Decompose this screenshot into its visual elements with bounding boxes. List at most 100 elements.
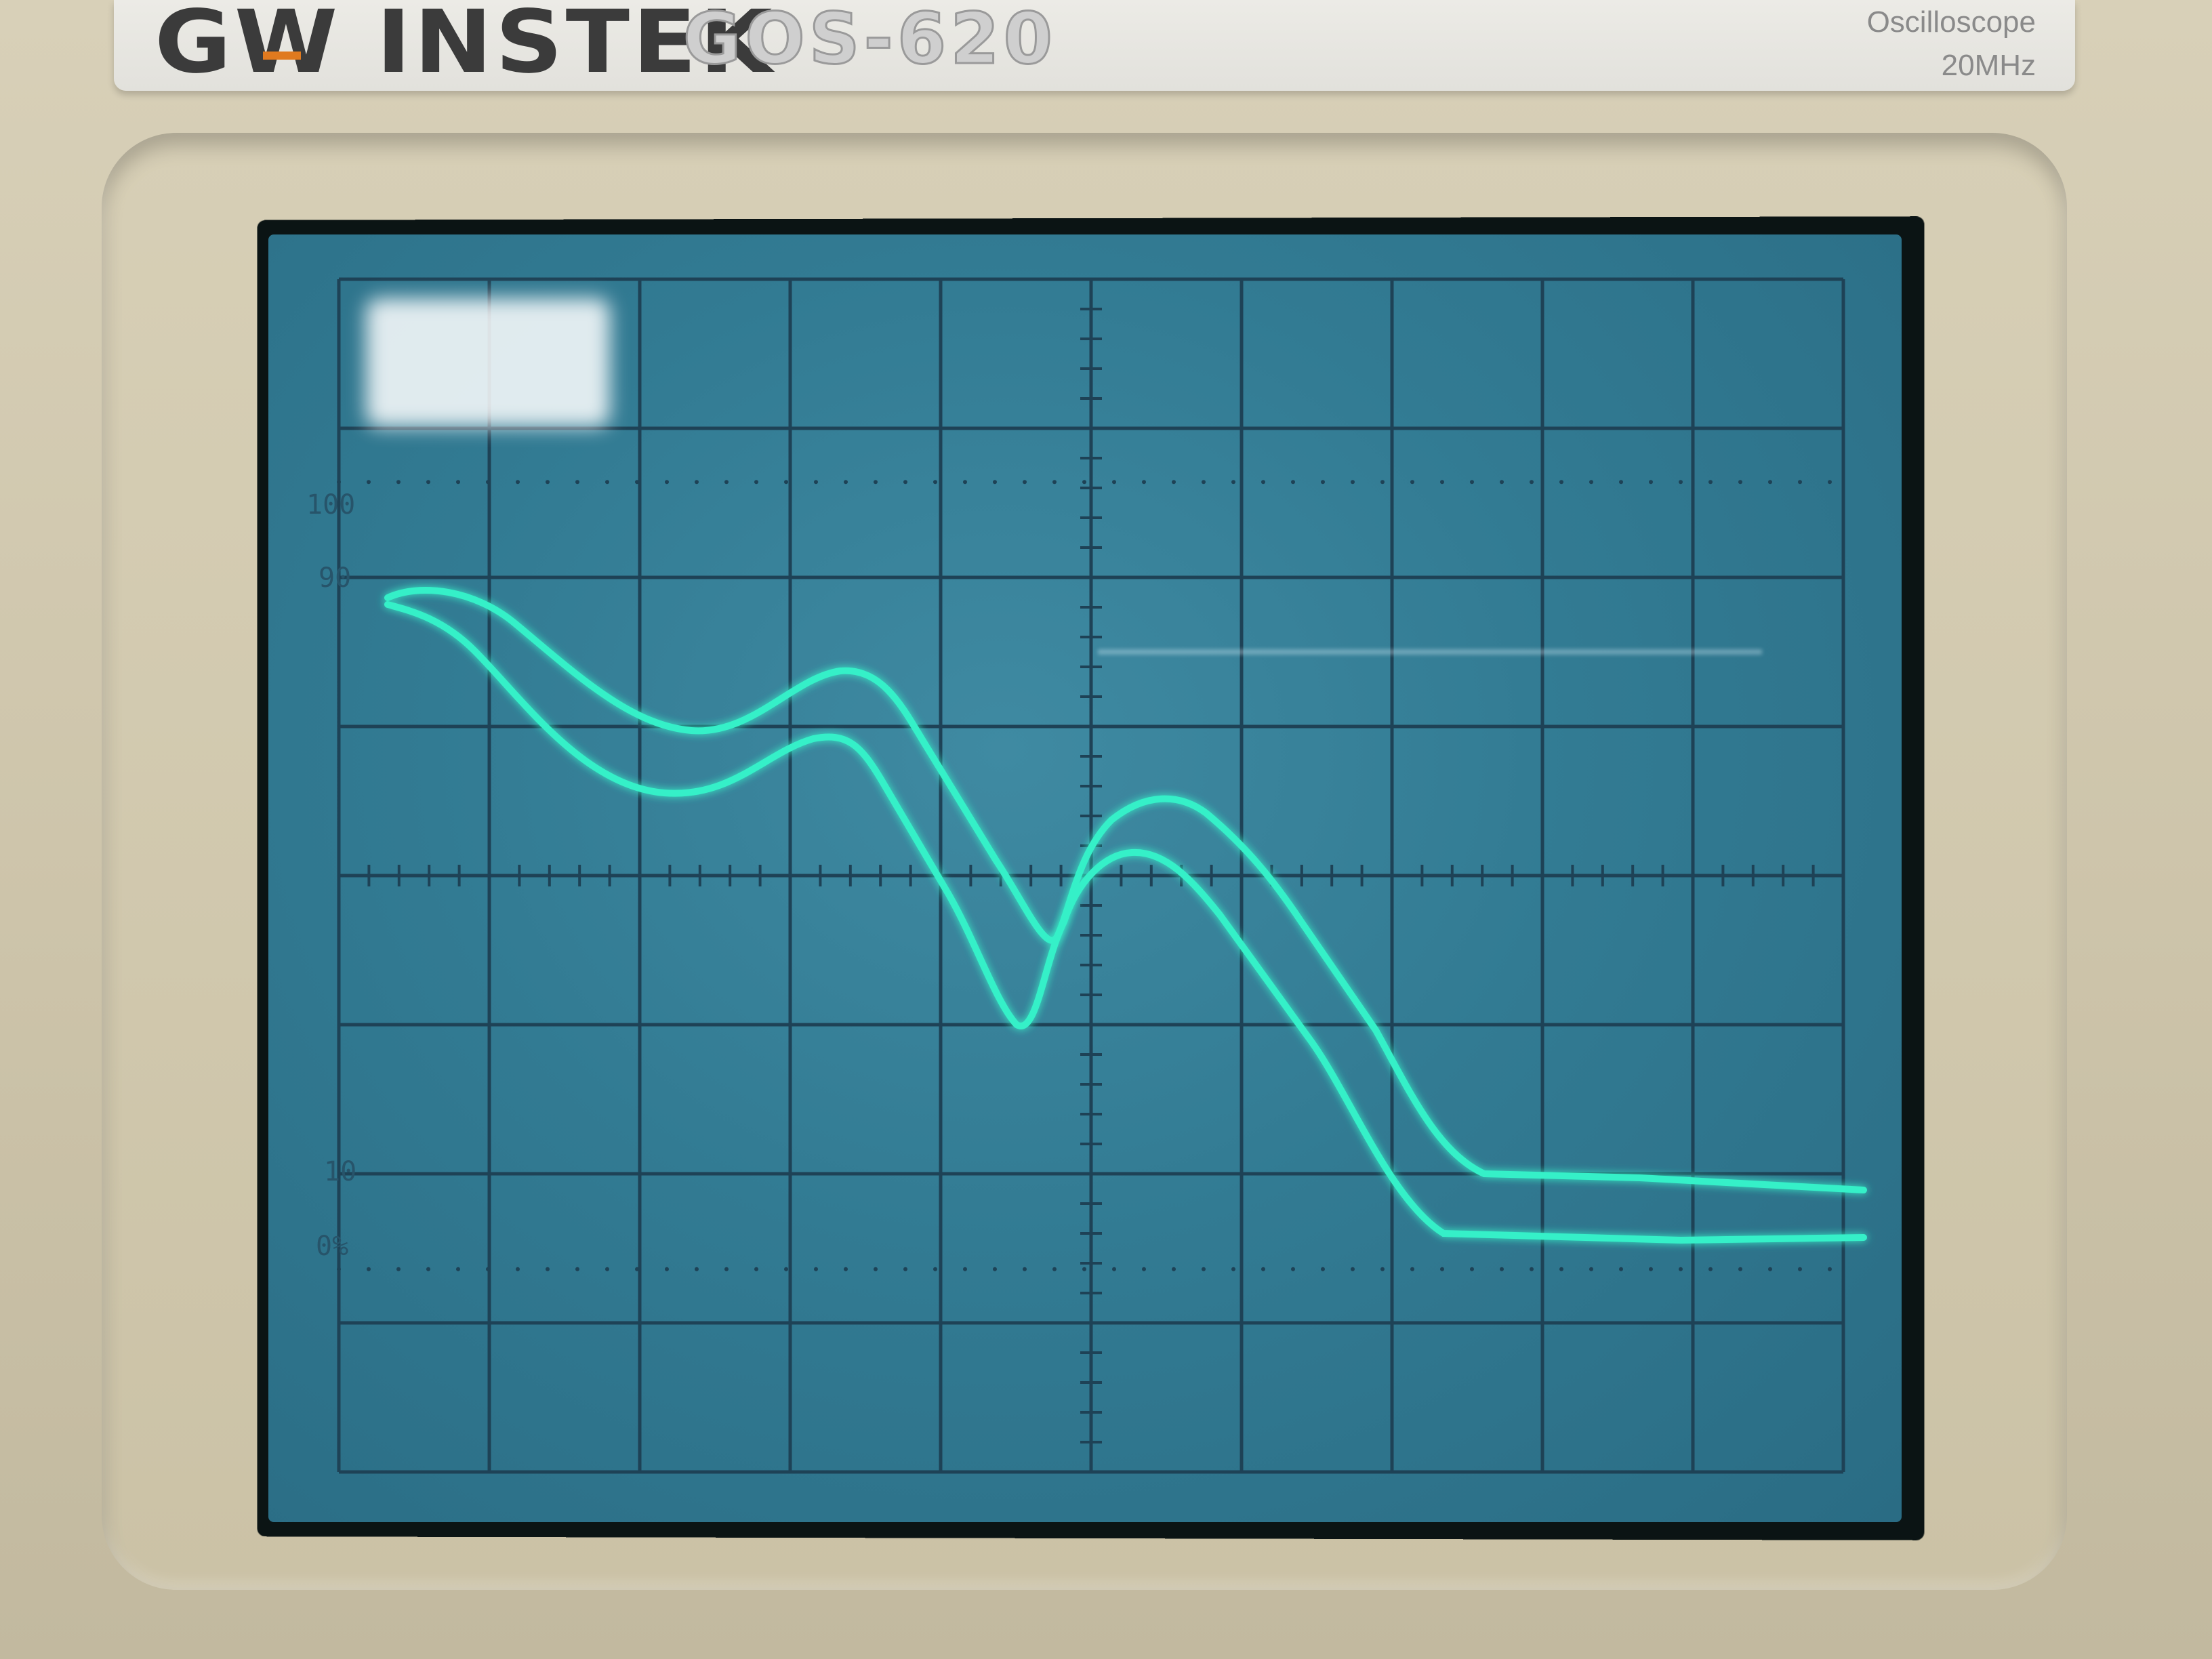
dotted-reference-mark xyxy=(1321,480,1325,485)
dotted-reference-mark xyxy=(396,1267,401,1271)
dotted-reference-mark xyxy=(1798,480,1802,485)
dotted-reference-mark xyxy=(963,480,967,485)
dotted-reference-mark xyxy=(844,480,848,485)
dotted-reference-mark xyxy=(1679,1267,1683,1271)
dotted-reference-mark xyxy=(1589,1267,1593,1271)
dotted-reference-mark xyxy=(1261,480,1265,485)
dotted-reference-mark xyxy=(814,1267,818,1271)
dotted-reference-mark xyxy=(903,480,907,485)
dotted-reference-mark xyxy=(546,480,550,485)
dotted-reference-mark xyxy=(1142,480,1146,485)
label-90: 90 xyxy=(319,562,351,594)
dotted-reference-mark xyxy=(1052,480,1057,485)
dotted-reference-mark xyxy=(1500,480,1504,485)
dotted-reference-mark xyxy=(1410,1267,1414,1271)
dotted-reference-mark xyxy=(1052,1267,1057,1271)
dotted-reference-mark xyxy=(1082,1267,1086,1271)
dotted-reference-mark xyxy=(695,1267,699,1271)
dotted-reference-mark xyxy=(1321,1267,1325,1271)
dotted-reference-mark xyxy=(1380,480,1385,485)
dotted-reference-mark xyxy=(516,480,520,485)
dotted-reference-mark xyxy=(1380,1267,1385,1271)
dotted-reference-mark xyxy=(874,480,878,485)
dotted-reference-mark xyxy=(426,480,430,485)
dotted-reference-mark xyxy=(784,1267,788,1271)
dotted-reference-mark xyxy=(844,1267,848,1271)
dotted-reference-mark xyxy=(1619,1267,1623,1271)
dotted-reference-mark xyxy=(486,480,490,485)
dotted-reference-mark xyxy=(516,1267,520,1271)
dotted-reference-mark xyxy=(575,1267,579,1271)
dotted-reference-mark xyxy=(486,1267,490,1271)
label-100: 100 xyxy=(306,489,355,520)
dotted-reference-mark xyxy=(1738,480,1742,485)
dotted-reference-mark xyxy=(1559,1267,1563,1271)
dotted-reference-mark xyxy=(903,1267,907,1271)
screen-reflection-line xyxy=(1098,649,1762,655)
dotted-reference-mark xyxy=(1768,1267,1772,1271)
dotted-reference-mark xyxy=(695,480,699,485)
dotted-reference-mark xyxy=(1500,1267,1504,1271)
dotted-reference-mark xyxy=(665,1267,669,1271)
dotted-reference-mark xyxy=(933,480,937,485)
dotted-reference-mark xyxy=(963,1267,967,1271)
dotted-reference-mark xyxy=(1619,480,1623,485)
dotted-reference-mark xyxy=(1023,1267,1027,1271)
dotted-reference-mark xyxy=(874,1267,878,1271)
dotted-reference-mark xyxy=(1768,480,1772,485)
dotted-reference-mark xyxy=(1649,480,1653,485)
dotted-reference-mark xyxy=(605,480,609,485)
dotted-reference-mark xyxy=(1112,480,1116,485)
dotted-reference-mark xyxy=(546,1267,550,1271)
dotted-reference-mark xyxy=(1231,1267,1235,1271)
dotted-reference-mark xyxy=(1023,480,1027,485)
dotted-reference-mark xyxy=(1559,480,1563,485)
dotted-reference-mark xyxy=(724,480,729,485)
dotted-reference-mark xyxy=(1202,480,1206,485)
dotted-reference-mark xyxy=(1530,1267,1534,1271)
dotted-reference-mark xyxy=(993,1267,997,1271)
dotted-reference-mark xyxy=(1291,480,1295,485)
dotted-reference-mark xyxy=(1082,480,1086,485)
dotted-reference-mark xyxy=(1202,1267,1206,1271)
dotted-reference-mark xyxy=(1679,480,1683,485)
oscilloscope-body: GW INSTEK GOS-620 Oscilloscope 20MHz 100… xyxy=(0,0,2212,1659)
dotted-reference-mark xyxy=(1470,1267,1474,1271)
dotted-reference-mark xyxy=(1798,1267,1802,1271)
dotted-reference-mark xyxy=(784,480,788,485)
dotted-reference-mark xyxy=(1530,480,1534,485)
dotted-reference-mark xyxy=(814,480,818,485)
dotted-reference-mark xyxy=(933,1267,937,1271)
dotted-reference-mark xyxy=(337,1267,341,1271)
dotted-reference-mark xyxy=(1291,1267,1295,1271)
dotted-reference-mark xyxy=(367,1267,371,1271)
dotted-reference-mark xyxy=(1589,480,1593,485)
dotted-reference-mark xyxy=(1440,480,1444,485)
label-10: 10 xyxy=(324,1156,356,1187)
dotted-reference-mark xyxy=(1708,480,1713,485)
dotted-reference-mark xyxy=(1172,480,1176,485)
dotted-reference-mark xyxy=(993,480,997,485)
dotted-reference-mark xyxy=(1708,1267,1713,1271)
dotted-reference-mark xyxy=(1261,1267,1265,1271)
dotted-reference-mark xyxy=(575,480,579,485)
dotted-reference-mark xyxy=(665,480,669,485)
dotted-reference-mark xyxy=(1649,1267,1653,1271)
screen-glare xyxy=(366,298,610,427)
dotted-reference-mark xyxy=(396,480,401,485)
dotted-reference-mark xyxy=(635,480,639,485)
dotted-reference-mark xyxy=(1351,1267,1355,1271)
dotted-reference-mark xyxy=(1172,1267,1176,1271)
dotted-reference-mark xyxy=(754,480,758,485)
graticule-and-traces: 100 90 10 0% xyxy=(306,277,1867,1474)
dotted-reference-mark xyxy=(1142,1267,1146,1271)
dotted-reference-mark xyxy=(635,1267,639,1271)
dotted-reference-mark xyxy=(1470,480,1474,485)
dotted-reference-mark xyxy=(1231,480,1235,485)
dotted-reference-mark xyxy=(426,1267,430,1271)
label-0-percent: 0% xyxy=(316,1231,348,1262)
dotted-reference-mark xyxy=(1440,1267,1444,1271)
dotted-reference-mark xyxy=(605,1267,609,1271)
trace-upper xyxy=(384,586,1867,1193)
dotted-reference-mark xyxy=(456,1267,460,1271)
